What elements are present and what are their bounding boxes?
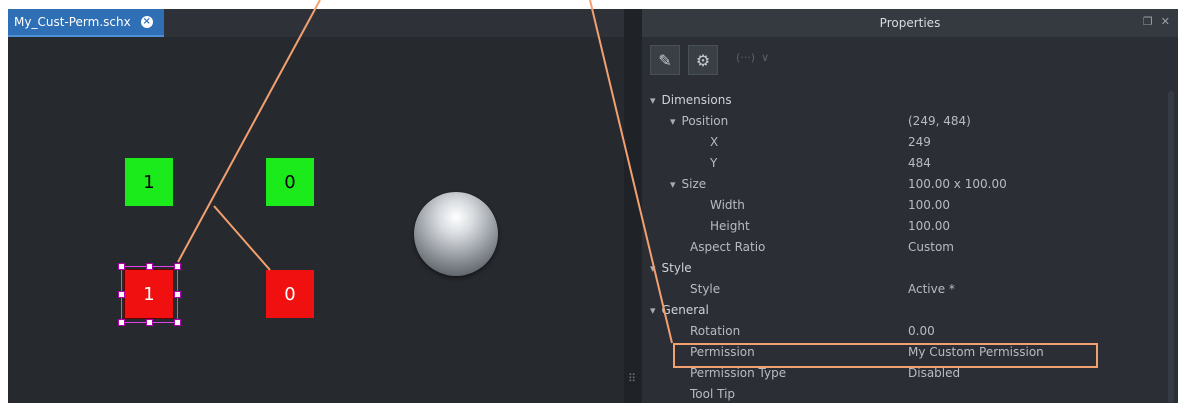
row-name: Height <box>710 218 750 233</box>
button-green-1[interactable]: 1 <box>125 158 173 206</box>
resize-handle[interactable] <box>118 319 125 326</box>
properties-scrollbar[interactable] <box>1168 91 1174 403</box>
row-dimensions[interactable]: ▾ Dimensions <box>642 89 1166 110</box>
row-value: 0.00 <box>908 323 935 338</box>
selection-box <box>121 266 178 323</box>
edit-properties-icon[interactable]: ✎ <box>650 45 680 75</box>
row-value: 100.00 <box>908 218 950 233</box>
close-icon[interactable]: ✕ <box>1161 15 1170 28</box>
row-value: 100.00 <box>908 197 950 212</box>
close-circle-icon[interactable]: × <box>140 16 153 28</box>
properties-header: Properties ❐ ✕ <box>642 9 1178 37</box>
row-name: Dimensions <box>661 92 732 107</box>
row-value: 249 <box>908 134 931 149</box>
row-name: Width <box>710 197 745 212</box>
row-rotation[interactable]: Rotation 0.00 <box>642 320 1166 341</box>
resize-handle[interactable] <box>146 319 153 326</box>
row-general[interactable]: ▾ General <box>642 299 1166 320</box>
row-name: X <box>710 134 719 149</box>
link-icon: (···) <box>736 51 756 64</box>
row-name: Style <box>661 260 692 275</box>
document-tab-label: My_Cust-Perm.schx <box>14 15 131 29</box>
row-name: Style <box>690 281 721 296</box>
button-red-0[interactable]: 0 <box>266 270 314 318</box>
row-position[interactable]: ▾ Position (249, 484) <box>642 110 1166 131</box>
chevron-down-icon[interactable]: ▾ <box>670 178 676 191</box>
button-label: 0 <box>284 171 296 193</box>
document-tab-strip: My_Cust-Perm.schx × <box>8 9 624 37</box>
row-name: Tool Tip <box>690 386 736 401</box>
row-y[interactable]: Y 484 <box>642 152 1166 173</box>
properties-title: Properties <box>879 16 941 30</box>
row-name: Aspect Ratio <box>690 239 766 254</box>
document-tab[interactable]: My_Cust-Perm.schx × <box>8 9 164 37</box>
button-green-0[interactable]: 0 <box>266 158 314 206</box>
row-name: Position <box>681 113 729 128</box>
resize-handle[interactable] <box>118 291 125 298</box>
schematic-editor-pane: My_Cust-Perm.schx × 1 0 1 0 <box>8 9 624 403</box>
chevron-down-icon[interactable]: ▾ <box>670 115 676 128</box>
properties-toolbar: ✎ ⚙ (···) ∨ <box>642 37 1178 85</box>
row-value: (249, 484) <box>908 113 971 128</box>
row-aspect-ratio[interactable]: Aspect Ratio Custom <box>642 236 1166 257</box>
row-height[interactable]: Height 100.00 <box>642 215 1166 236</box>
glass-sphere-icon[interactable] <box>414 192 498 276</box>
permission-highlight-box <box>673 343 1098 368</box>
resize-handle[interactable] <box>174 263 181 270</box>
resize-handle[interactable] <box>174 291 181 298</box>
chevron-down-icon: ∨ <box>761 51 770 64</box>
row-name: Rotation <box>690 323 741 338</box>
row-name: Size <box>681 176 707 191</box>
button-label: 1 <box>143 171 155 193</box>
resize-handle[interactable] <box>146 263 153 270</box>
resize-handle[interactable] <box>118 263 125 270</box>
chevron-down-icon[interactable]: ▾ <box>650 94 656 107</box>
link-dropdown[interactable]: (···) ∨ <box>736 51 769 64</box>
row-style[interactable]: Style Active * <box>642 278 1166 299</box>
chevron-down-icon[interactable]: ▾ <box>650 262 656 275</box>
schematic-canvas[interactable]: 1 0 1 0 <box>8 37 624 403</box>
splitter-grip-icon[interactable]: ⠿ <box>628 372 636 385</box>
row-value: Custom <box>908 239 954 254</box>
resize-handle[interactable] <box>174 319 181 326</box>
row-size[interactable]: ▾ Size 100.00 x 100.00 <box>642 173 1166 194</box>
row-value: 484 <box>908 155 931 170</box>
row-name: General <box>661 302 709 317</box>
row-name: Y <box>710 155 718 170</box>
button-label: 0 <box>284 283 296 305</box>
pane-splitter[interactable] <box>624 9 642 403</box>
gear-settings-icon[interactable]: ⚙ <box>688 45 718 75</box>
chevron-down-icon[interactable]: ▾ <box>650 304 656 317</box>
row-tool-tip[interactable]: Tool Tip <box>642 383 1166 403</box>
restore-icon[interactable]: ❐ <box>1143 15 1153 28</box>
row-value: 100.00 x 100.00 <box>908 176 1007 191</box>
row-value: Active * <box>908 281 955 296</box>
row-x[interactable]: X 249 <box>642 131 1166 152</box>
row-style-section[interactable]: ▾ Style <box>642 257 1166 278</box>
row-width[interactable]: Width 100.00 <box>642 194 1166 215</box>
